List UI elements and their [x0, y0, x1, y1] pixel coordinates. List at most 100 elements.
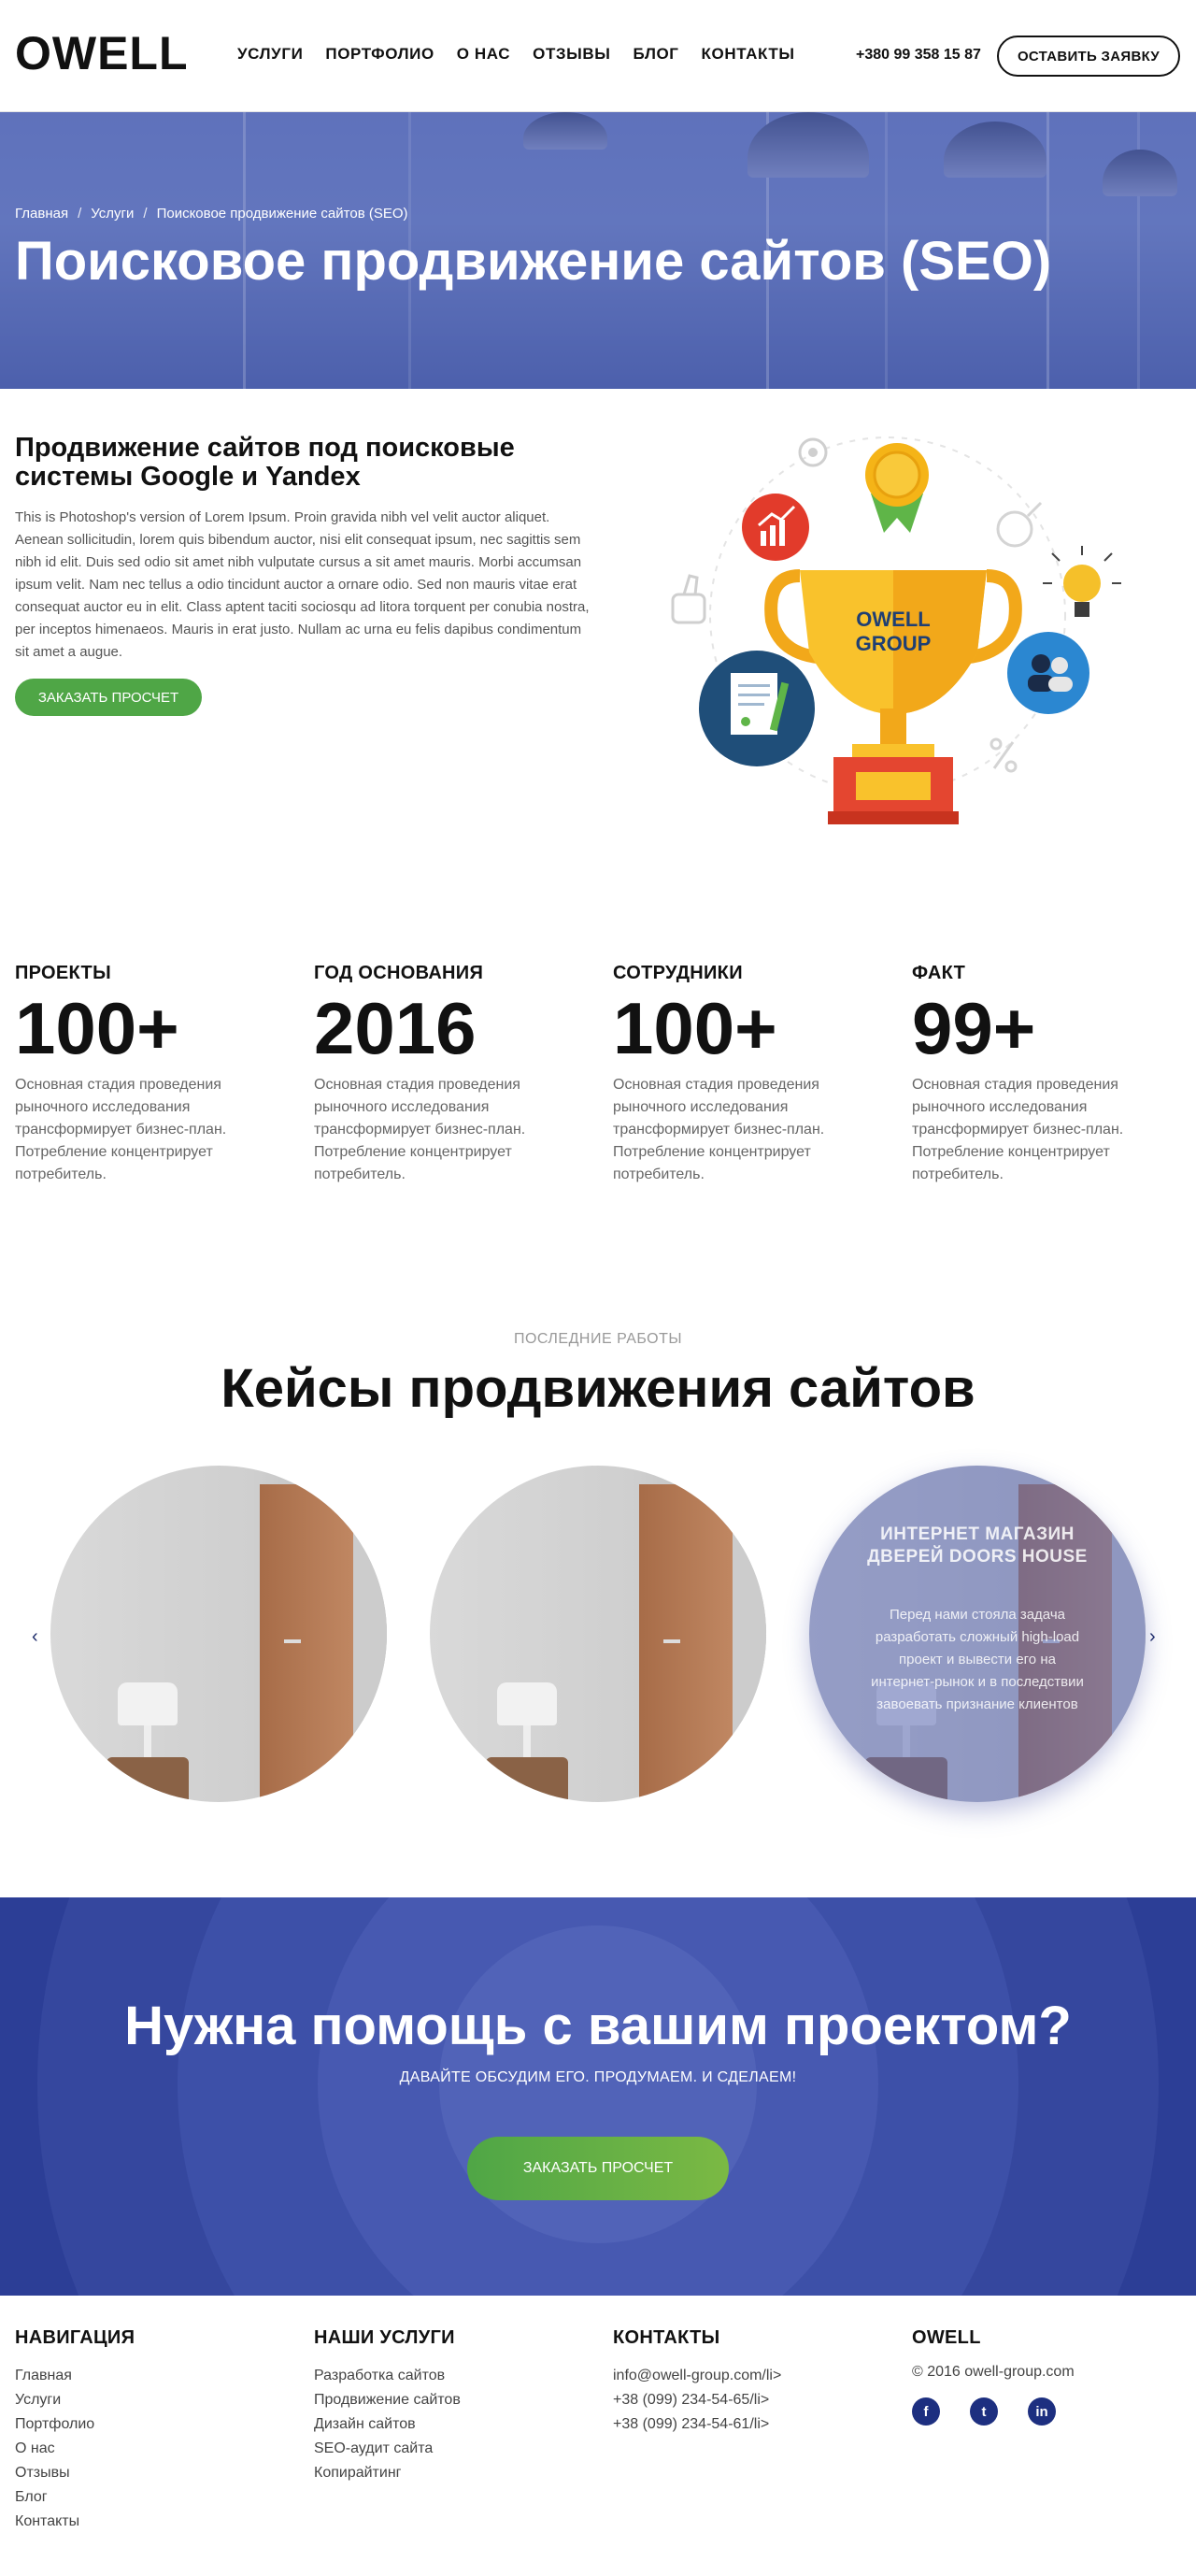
cases-title: Кейсы продвижения сайтов — [221, 1358, 975, 1419]
footer-email[interactable]: info@owell-group.com/li> — [613, 2364, 893, 2388]
footer-service-link[interactable]: Дизайн сайтов — [314, 2412, 594, 2437]
order-estimate-button[interactable]: ЗАКАЗАТЬ ПРОСЧЕТ — [15, 679, 202, 716]
facebook-icon[interactable]: f — [912, 2397, 940, 2426]
case-door — [639, 1484, 733, 1802]
copyright: © 2016 owell-group.com — [912, 2364, 1075, 2380]
intro-title: Продвижение сайтов под поисковые системы… — [15, 433, 515, 492]
stat-value: 2016 — [314, 987, 477, 1069]
footer-brand: OWELL © 2016 owell-group.com f t in — [912, 2327, 1192, 2426]
nav-item-contacts[interactable]: КОНТАКТЫ — [702, 45, 795, 64]
page-title: Поисковое продвижение сайтов (SEO) — [15, 231, 1052, 292]
chart-icon — [742, 494, 809, 561]
footer-link-home[interactable]: Главная — [15, 2364, 295, 2388]
case-table — [486, 1757, 568, 1802]
breadcrumb: Главная / Услуги / Поисковое продвижение… — [15, 206, 408, 222]
stat-label: СОТРУДНИКИ — [613, 963, 743, 983]
nav-item-reviews[interactable]: ОТЗЫВЫ — [533, 45, 610, 64]
logo[interactable]: OWELL — [15, 26, 189, 80]
footer-brand-title: OWELL — [912, 2327, 981, 2348]
case-card[interactable] — [430, 1466, 766, 1802]
stat-value: 100+ — [15, 987, 179, 1069]
nav-item-blog[interactable]: БЛОГ — [634, 45, 679, 64]
footer-phone[interactable]: +38 (099) 234-54-65/li> — [613, 2388, 893, 2412]
intro-text: This is Photoshop's version of Lorem Ips… — [15, 509, 590, 660]
footer-nav-title: НАВИГАЦИЯ — [15, 2327, 135, 2348]
breadcrumb-home[interactable]: Главная — [15, 206, 68, 222]
gender-icon — [996, 501, 1043, 548]
chevron-left-icon[interactable]: ‹ — [32, 1626, 38, 1648]
case-knob — [284, 1639, 301, 1643]
case-card[interactable] — [50, 1466, 387, 1802]
case-card-featured[interactable]: ИНТЕРНЕТ МАГАЗИН ДВЕРЕЙ DOORS HOUSE Пере… — [809, 1466, 1146, 1802]
footer-service-link[interactable]: Разработка сайтов — [314, 2364, 594, 2388]
nav-item-about[interactable]: О НАС — [457, 45, 510, 64]
footer-link-reviews[interactable]: Отзывы — [15, 2461, 295, 2485]
document-icon — [699, 651, 815, 766]
lightbulb-icon — [1043, 546, 1121, 617]
stat-description: Основная стадия проведения рыночного исс… — [613, 1077, 825, 1182]
case-doorframe — [733, 1484, 766, 1802]
case-door — [260, 1484, 353, 1802]
stat-label: ГОД ОСНОВАНИЯ — [314, 963, 484, 983]
cta-subtitle: ДАВАЙТЕ ОБСУДИМ ЕГО. ПРОДУМАЕМ. И СДЕЛАЕ… — [399, 2069, 797, 2085]
case-knob — [663, 1639, 680, 1643]
stat-description: Основная стадия проведения рыночного исс… — [314, 1077, 526, 1182]
site-header: OWELL УСЛУГИ ПОРТФОЛИО О НАС ОТЗЫВЫ БЛОГ… — [0, 0, 1196, 112]
breadcrumb-current: Поисковое продвижение сайтов (SEO) — [156, 206, 408, 222]
stat-value: 100+ — [613, 987, 777, 1069]
trophy-label-line1: OWELL — [856, 608, 930, 631]
leave-request-button[interactable]: ОСТАВИТЬ ЗАЯВКУ — [997, 36, 1180, 77]
footer-service-link[interactable]: Копирайтинг — [314, 2461, 594, 2485]
nav-item-portfolio[interactable]: ПОРТФОЛИО — [325, 45, 434, 64]
medal-icon — [865, 443, 929, 533]
footer-contacts: КОНТАКТЫ info@owell-group.com/li> +38 (0… — [613, 2327, 893, 2437]
stat-fact: ФАКТ 99+ Основная стадия проведения рыно… — [912, 963, 1136, 1186]
users-icon — [1007, 632, 1089, 714]
stat-description: Основная стадия проведения рыночного исс… — [912, 1077, 1124, 1182]
main-nav: УСЛУГИ ПОРТФОЛИО О НАС ОТЗЫВЫ БЛОГ КОНТА… — [237, 45, 795, 64]
breadcrumb-separator: / — [143, 206, 148, 222]
stat-label: ФАКТ — [912, 963, 966, 983]
header-phone[interactable]: +380 99 358 15 87 — [856, 47, 981, 64]
footer-contacts-title: КОНТАКТЫ — [613, 2327, 720, 2348]
case-description: Перед нами стояла задача разработать сло… — [871, 1607, 1084, 1712]
footer-link-services[interactable]: Услуги — [15, 2388, 295, 2412]
gear-icon — [798, 437, 828, 467]
stat-founded: ГОД ОСНОВАНИЯ 2016 Основная стадия прове… — [314, 963, 538, 1186]
case-lamp — [118, 1682, 178, 1725]
thumbs-up-icon — [671, 574, 706, 624]
cta-title: Нужна помощь с вашим проектом? — [124, 1996, 1072, 2056]
chevron-right-icon[interactable]: › — [1149, 1626, 1156, 1648]
footer-services: НАШИ УСЛУГИ Разработка сайтов Продвижени… — [314, 2327, 594, 2485]
stat-description: Основная стадия проведения рыночного исс… — [15, 1077, 227, 1182]
stat-label: ПРОЕКТЫ — [15, 963, 111, 983]
case-table — [107, 1757, 189, 1802]
trophy-illustration: OWELL GROUP — [671, 436, 1121, 824]
nav-item-services[interactable]: УСЛУГИ — [237, 45, 303, 64]
footer-link-portfolio[interactable]: Портфолио — [15, 2412, 295, 2437]
footer-link-blog[interactable]: Блог — [15, 2485, 295, 2510]
footer-service-link[interactable]: Продвижение сайтов — [314, 2388, 594, 2412]
footer-services-title: НАШИ УСЛУГИ — [314, 2327, 455, 2348]
trophy-label-line2: GROUP — [856, 632, 932, 655]
footer-navigation: НАВИГАЦИЯ Главная Услуги Портфолио О нас… — [15, 2327, 295, 2534]
breadcrumb-separator: / — [78, 206, 82, 222]
breadcrumb-services[interactable]: Услуги — [91, 206, 134, 222]
case-title: ИНТЕРНЕТ МАГАЗИН ДВЕРЕЙ DOORS HOUSE — [867, 1524, 1088, 1567]
footer-service-link[interactable]: SEO-аудит сайта — [314, 2437, 594, 2461]
hero-banner: Главная / Услуги / Поисковое продвижение… — [0, 112, 1196, 389]
twitter-icon[interactable]: t — [970, 2397, 998, 2426]
percent-icon — [990, 737, 1018, 773]
cases-kicker: ПОСЛЕДНИЕ РАБОТЫ — [513, 1331, 683, 1347]
linkedin-icon[interactable]: in — [1028, 2397, 1056, 2426]
cta-order-button[interactable]: ЗАКАЗАТЬ ПРОСЧЕТ — [467, 2137, 729, 2200]
social-links: f t in — [912, 2397, 1192, 2426]
stat-value: 99+ — [912, 987, 1036, 1069]
footer-link-contacts[interactable]: Контакты — [15, 2510, 295, 2534]
case-lamp — [497, 1682, 557, 1725]
case-doorframe — [353, 1484, 387, 1802]
cta-section: Нужна помощь с вашим проектом? ДАВАЙТЕ О… — [0, 1897, 1196, 2296]
stat-projects: ПРОЕКТЫ 100+ Основная стадия проведения … — [15, 963, 239, 1186]
footer-link-about[interactable]: О нас — [15, 2437, 295, 2461]
footer-phone[interactable]: +38 (099) 234-54-61/li> — [613, 2412, 893, 2437]
